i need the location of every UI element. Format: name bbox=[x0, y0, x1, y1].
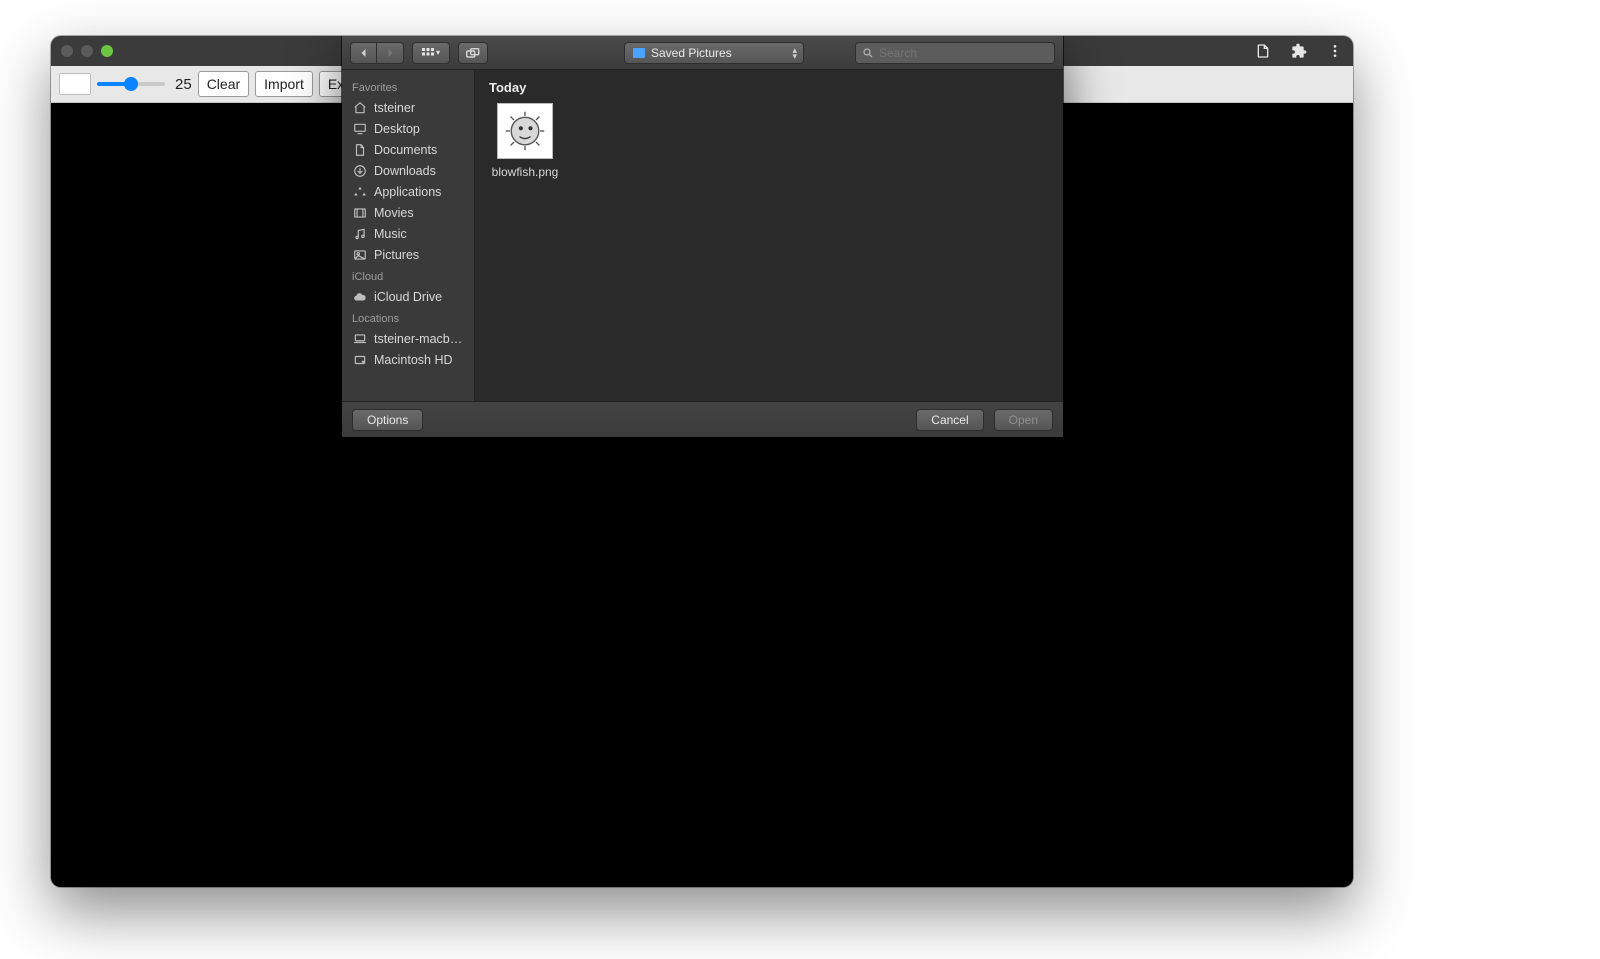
view-mode-button[interactable]: ▾ bbox=[412, 42, 450, 64]
file-name: blowfish.png bbox=[489, 165, 561, 179]
music-icon bbox=[352, 227, 367, 241]
sidebar-item-music[interactable]: Music bbox=[342, 223, 474, 244]
extension-icon[interactable] bbox=[1291, 43, 1307, 59]
sidebar-item-icloud[interactable]: iCloud Drive bbox=[342, 286, 474, 307]
dialog-toolbar: ▾ Saved Pictures ▴▾ bbox=[342, 36, 1063, 70]
sidebar-header: iCloud bbox=[342, 265, 474, 286]
sidebar-item-desktop[interactable]: Desktop bbox=[342, 118, 474, 139]
import-button[interactable]: Import bbox=[255, 71, 313, 97]
dialog-footer: Options Cancel Open bbox=[342, 401, 1063, 437]
movies-icon bbox=[352, 206, 367, 220]
nav-back-button[interactable] bbox=[350, 42, 377, 64]
file-thumbnail bbox=[497, 103, 553, 159]
laptop-icon bbox=[352, 332, 367, 346]
search-icon bbox=[862, 47, 874, 59]
document-icon bbox=[352, 143, 367, 157]
desktop-icon bbox=[352, 122, 367, 136]
home-icon bbox=[352, 101, 367, 115]
nav-forward-button[interactable] bbox=[377, 42, 404, 64]
search-field[interactable] bbox=[855, 42, 1055, 64]
sidebar-item-downloads[interactable]: Downloads bbox=[342, 160, 474, 181]
sidebar-header: Locations bbox=[342, 307, 474, 328]
sidebar-item-disk[interactable]: Macintosh HD bbox=[342, 349, 474, 370]
folder-icon bbox=[633, 48, 645, 58]
file-item[interactable]: blowfish.png bbox=[489, 103, 561, 179]
cancel-button[interactable]: Cancel bbox=[916, 409, 983, 431]
sidebar-item-home[interactable]: tsteiner bbox=[342, 97, 474, 118]
apps-icon bbox=[352, 185, 367, 199]
download-icon bbox=[352, 164, 367, 178]
open-button[interactable]: Open bbox=[994, 409, 1053, 431]
sidebar-item-documents[interactable]: Documents bbox=[342, 139, 474, 160]
sidebar-item-pictures[interactable]: Pictures bbox=[342, 244, 474, 265]
options-button[interactable]: Options bbox=[352, 409, 423, 431]
path-label: Saved Pictures bbox=[651, 46, 732, 60]
sidebar-item-applications[interactable]: Applications bbox=[342, 181, 474, 202]
brush-size-slider[interactable] bbox=[97, 82, 165, 86]
app-window: Fugu Greetings 25 Clear Import Export bbox=[51, 36, 1353, 887]
cloud-icon bbox=[352, 290, 367, 304]
pictures-icon bbox=[352, 248, 367, 262]
sidebar-header: Favorites bbox=[342, 76, 474, 97]
file-list[interactable]: Today bbox=[475, 70, 1063, 401]
path-selector[interactable]: Saved Pictures ▴▾ bbox=[624, 42, 804, 64]
group-header: Today bbox=[489, 80, 1049, 95]
file-open-dialog: ▾ Saved Pictures ▴▾ Favorites bbox=[342, 36, 1063, 437]
traffic-minimize[interactable] bbox=[81, 45, 93, 57]
search-input[interactable] bbox=[879, 46, 1048, 60]
clear-button[interactable]: Clear bbox=[198, 71, 249, 97]
traffic-close[interactable] bbox=[61, 45, 73, 57]
kebab-menu-icon[interactable] bbox=[1327, 43, 1343, 59]
sidebar-item-laptop[interactable]: tsteiner-macb… bbox=[342, 328, 474, 349]
dialog-sidebar[interactable]: Favorites tsteiner Desktop Documents Dow… bbox=[342, 70, 475, 401]
sidebar-item-movies[interactable]: Movies bbox=[342, 202, 474, 223]
file-icon[interactable] bbox=[1255, 43, 1271, 59]
disk-icon bbox=[352, 353, 367, 367]
color-swatch[interactable] bbox=[59, 73, 91, 95]
group-by-button[interactable] bbox=[458, 42, 488, 64]
traffic-zoom[interactable] bbox=[101, 45, 113, 57]
brush-size-value: 25 bbox=[175, 76, 192, 93]
